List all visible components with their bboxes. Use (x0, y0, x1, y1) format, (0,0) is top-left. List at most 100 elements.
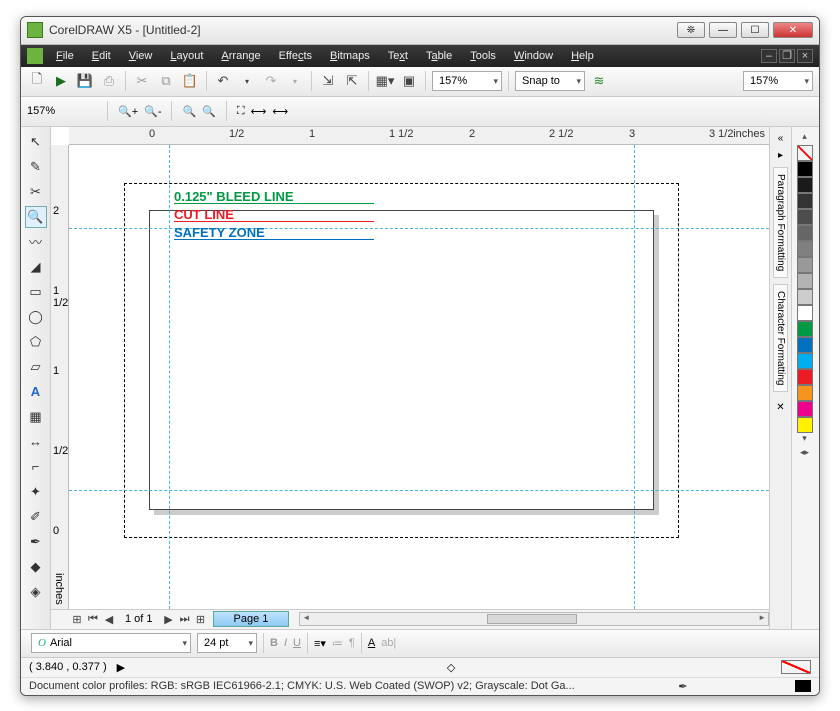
outline-preview[interactable] (795, 680, 811, 692)
docker-expand-icon[interactable]: ▸ (778, 150, 783, 161)
drawing-canvas[interactable]: 0.125" BLEED LINE CUT LINE SAFETY ZONE (69, 145, 769, 609)
color-swatch[interactable] (797, 257, 813, 273)
paste-icon[interactable]: 📋 (180, 71, 200, 91)
bold-icon[interactable]: B (270, 637, 278, 649)
color-swatch[interactable] (797, 401, 813, 417)
first-page-icon[interactable]: ⏮ (85, 613, 101, 626)
horizontal-scrollbar[interactable] (299, 612, 769, 626)
menu-tools[interactable]: Tools (461, 47, 505, 65)
paragraph-formatting-tab[interactable]: Paragraph Formatting (773, 167, 788, 278)
fill-preview[interactable] (781, 660, 811, 674)
snap-to-combo[interactable]: Snap to (515, 71, 585, 91)
export-icon[interactable]: ⇱ (342, 71, 362, 91)
font-family-combo[interactable]: OArial (31, 633, 191, 653)
ellipse-tool[interactable]: ◯ (25, 306, 47, 328)
freehand-tool[interactable]: 〰 (25, 231, 47, 253)
menu-window[interactable]: Window (505, 47, 562, 65)
character-formatting-tab[interactable]: Character Formatting (773, 284, 788, 392)
menu-layout[interactable]: Layout (161, 47, 212, 65)
zoom-level-combo-2[interactable]: 157% (743, 71, 813, 91)
table-tool[interactable]: ▦ (25, 406, 47, 428)
guide-safety-bottom[interactable] (69, 490, 769, 491)
text-tool[interactable]: A (25, 381, 47, 403)
eyedropper-tool[interactable]: ✐ (25, 506, 47, 528)
menu-bitmaps[interactable]: Bitmaps (321, 47, 379, 65)
zoom-in-icon[interactable]: 🔍+ (118, 105, 138, 118)
zoom-width-icon[interactable]: ⟷ (251, 105, 267, 118)
palette-up-icon[interactable]: ▴ (802, 131, 807, 145)
pick-tool[interactable]: ↖ (25, 131, 47, 153)
align-icon[interactable]: ≡▾ (314, 637, 326, 650)
color-swatch[interactable] (797, 289, 813, 305)
help-button[interactable]: ❊ (677, 22, 705, 38)
add-page-icon[interactable]: ⊞ (69, 613, 85, 626)
zoom-height-icon[interactable]: ⟷ (272, 105, 288, 118)
redo-drop-icon[interactable]: ▾ (285, 71, 305, 91)
docker-close-icon[interactable]: ✕ (776, 402, 784, 413)
welcome-icon[interactable]: ▣ (399, 71, 419, 91)
rectangle-tool[interactable]: ▭ (25, 281, 47, 303)
undo-icon[interactable]: ↶ (213, 71, 233, 91)
menu-edit[interactable]: Edit (83, 47, 120, 65)
shape-tool[interactable]: ✎ (25, 156, 47, 178)
import-icon[interactable]: ⇲ (318, 71, 338, 91)
print-icon[interactable]: ⎙ (99, 71, 119, 91)
close-button[interactable]: ✕ (773, 22, 813, 38)
color-swatch[interactable] (797, 385, 813, 401)
status-next-icon[interactable]: ▶ (117, 661, 125, 674)
underline-icon[interactable]: U (293, 637, 301, 649)
color-swatch[interactable] (797, 161, 813, 177)
color-swatch[interactable] (797, 305, 813, 321)
no-fill-swatch[interactable] (797, 145, 813, 161)
vertical-ruler[interactable]: 2 1 1/2 1 1/2 0 inches (51, 145, 69, 609)
color-swatch[interactable] (797, 417, 813, 433)
palette-down-icon[interactable]: ▾ (802, 433, 807, 447)
color-swatch[interactable] (797, 321, 813, 337)
mdi-restore[interactable]: ❐ (779, 49, 795, 63)
zoom-page-icon[interactable]: ⛶ (237, 105, 245, 118)
page-tab[interactable]: Page 1 (213, 611, 290, 627)
color-swatch[interactable] (797, 337, 813, 353)
italic-icon[interactable]: I (284, 637, 287, 649)
polygon-tool[interactable]: ⬠ (25, 331, 47, 353)
copy-icon[interactable]: ⧉ (156, 71, 176, 91)
save-icon[interactable]: 💾 (75, 71, 95, 91)
mdi-minimize[interactable]: – (761, 49, 777, 63)
cut-icon[interactable]: ✂ (132, 71, 152, 91)
edit-text-icon[interactable]: ab| (381, 637, 396, 649)
undo-drop-icon[interactable]: ▾ (237, 71, 257, 91)
zoom-level-combo[interactable]: 157% (432, 71, 502, 91)
menu-effects[interactable]: Effects (270, 47, 321, 65)
prev-page-icon[interactable]: ◀ (101, 613, 117, 626)
fill-tool[interactable]: ◆ (25, 556, 47, 578)
new-icon[interactable]: 🗋 (27, 71, 47, 91)
color-swatch[interactable] (797, 193, 813, 209)
scroll-thumb[interactable] (487, 614, 577, 624)
zoom-level-combo-3[interactable]: 157% (27, 105, 97, 117)
menu-file[interactable]: File (47, 47, 83, 65)
last-page-icon[interactable]: ⏭ (177, 613, 193, 626)
guide-safety-right[interactable] (634, 145, 635, 609)
color-swatch[interactable] (797, 177, 813, 193)
color-swatch[interactable] (797, 241, 813, 257)
app-launcher-icon[interactable]: ▦▾ (375, 71, 395, 91)
menu-arrange[interactable]: Arrange (212, 47, 269, 65)
dropcap-icon[interactable]: ¶ (349, 637, 355, 649)
interactive-tool[interactable]: ✦ (25, 481, 47, 503)
font-size-combo[interactable]: 24 pt (197, 633, 257, 653)
maximize-button[interactable]: ☐ (741, 22, 769, 38)
char-format-icon[interactable]: A (368, 637, 375, 649)
crop-tool[interactable]: ✂ (25, 181, 47, 203)
guide-safety-left[interactable] (169, 145, 170, 609)
next-page-icon[interactable]: ▶ (161, 613, 177, 626)
mdi-close[interactable]: × (797, 49, 813, 63)
dimension-tool[interactable]: ↔ (25, 431, 47, 453)
bullets-icon[interactable]: ≔ (332, 637, 343, 650)
zoom-out-icon[interactable]: 🔍- (144, 105, 161, 118)
zoom-all-icon[interactable]: 🔍 (202, 105, 216, 118)
palette-flyout-icon[interactable]: ◂▸ (800, 447, 809, 461)
color-swatch[interactable] (797, 209, 813, 225)
minimize-button[interactable]: — (709, 22, 737, 38)
add-page-after-icon[interactable]: ⊞ (193, 613, 209, 626)
menu-text[interactable]: Text (379, 47, 417, 65)
